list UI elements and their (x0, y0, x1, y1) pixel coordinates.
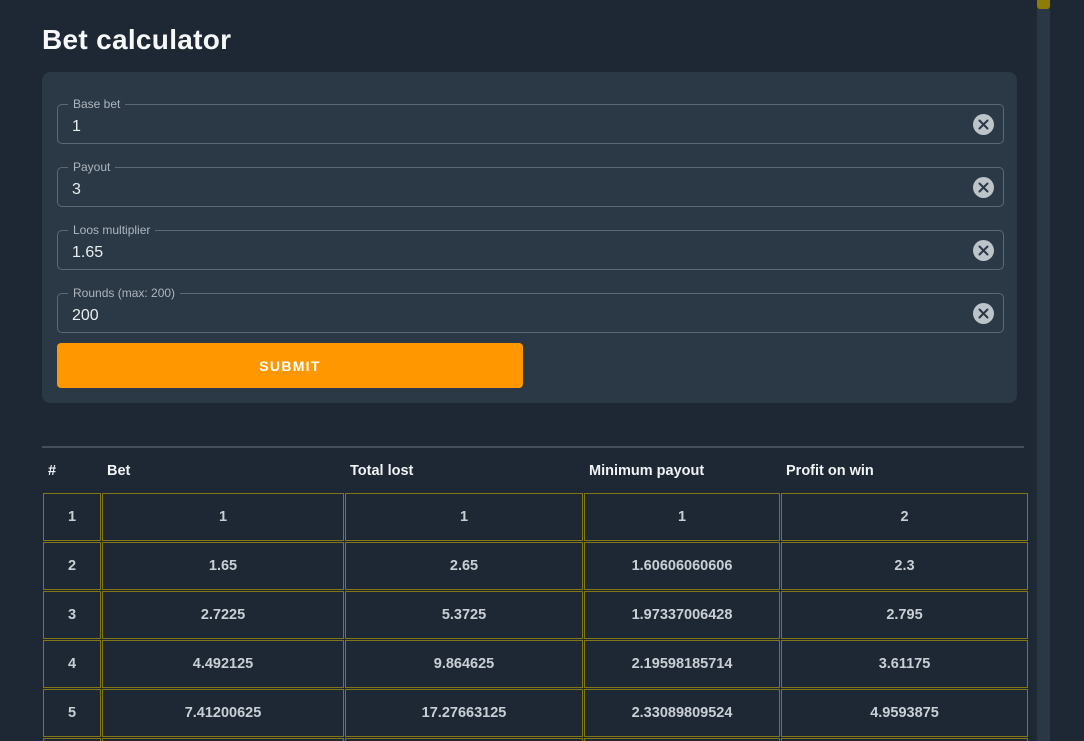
table-row: 2 1.65 2.65 1.60606060606 2.3 (43, 542, 1028, 590)
cell-minimum-payout: 1 (584, 493, 780, 541)
rounds-input[interactable] (58, 301, 973, 325)
payout-input[interactable] (58, 175, 973, 199)
cell-bet: 1.65 (102, 542, 344, 590)
cell-bet: 4.492125 (102, 640, 344, 688)
table-row: 1 1 1 1 2 (43, 493, 1028, 541)
cell-total-lost: 5.3725 (345, 591, 583, 639)
cell-number: 5 (43, 689, 101, 737)
scrollbar-thumb[interactable] (1037, 0, 1050, 9)
cell-profit-on-win: 2.795 (781, 591, 1028, 639)
base-bet-input[interactable] (58, 112, 973, 136)
header-total-lost: Total lost (345, 449, 583, 492)
cell-total-lost: 1 (345, 493, 583, 541)
cell-number: 3 (43, 591, 101, 639)
results-table: # Bet Total lost Minimum payout Profit o… (42, 446, 1024, 741)
clear-icon[interactable] (973, 177, 994, 198)
clear-icon[interactable] (973, 240, 994, 261)
cell-minimum-payout: 2.19598185714 (584, 640, 780, 688)
cell-total-lost: 17.27663125 (345, 689, 583, 737)
header-number: # (43, 449, 101, 492)
loss-multiplier-label: Loos multiplier (68, 222, 155, 238)
cell-bet: 2.7225 (102, 591, 344, 639)
payout-label: Payout (68, 159, 115, 175)
cell-profit-on-win: 4.9593875 (781, 689, 1028, 737)
cell-profit-on-win: 3.61175 (781, 640, 1028, 688)
page-title: Bet calculator (42, 24, 1084, 56)
cell-minimum-payout: 2.33089809524 (584, 689, 780, 737)
table-row: 4 4.492125 9.864625 2.19598185714 3.6117… (43, 640, 1028, 688)
cell-minimum-payout: 1.97337006428 (584, 591, 780, 639)
header-profit-on-win: Profit on win (781, 449, 1028, 492)
scrollbar[interactable] (1037, 0, 1050, 741)
table-row: 3 2.7225 5.3725 1.97337006428 2.795 (43, 591, 1028, 639)
cell-total-lost: 9.864625 (345, 640, 583, 688)
cell-minimum-payout: 1.60606060606 (584, 542, 780, 590)
calculator-form-card: Base bet Payout Loos multiplier Rounds (… (42, 72, 1017, 403)
cell-number: 1 (43, 493, 101, 541)
cell-profit-on-win: 2.3 (781, 542, 1028, 590)
submit-button[interactable]: SUBMIT (57, 343, 523, 388)
header-bet: Bet (102, 449, 344, 492)
cell-total-lost: 2.65 (345, 542, 583, 590)
cell-bet: 1 (102, 493, 344, 541)
cell-profit-on-win: 2 (781, 493, 1028, 541)
cell-number: 2 (43, 542, 101, 590)
loss-multiplier-input[interactable] (58, 238, 973, 262)
payout-field: Payout (57, 167, 1004, 207)
loss-multiplier-field: Loos multiplier (57, 230, 1004, 270)
rounds-label: Rounds (max: 200) (68, 285, 180, 301)
bet-calculator-page: Bet calculator Base bet Payout Loos mult… (0, 0, 1084, 741)
clear-icon[interactable] (973, 114, 994, 135)
cell-number: 4 (43, 640, 101, 688)
rounds-field: Rounds (max: 200) (57, 293, 1004, 333)
header-minimum-payout: Minimum payout (584, 449, 780, 492)
table-row: 5 7.41200625 17.27663125 2.33089809524 4… (43, 689, 1028, 737)
cell-bet: 7.41200625 (102, 689, 344, 737)
clear-icon[interactable] (973, 303, 994, 324)
table-header-row: # Bet Total lost Minimum payout Profit o… (43, 449, 1028, 492)
base-bet-field: Base bet (57, 104, 1004, 144)
base-bet-label: Base bet (68, 96, 125, 112)
